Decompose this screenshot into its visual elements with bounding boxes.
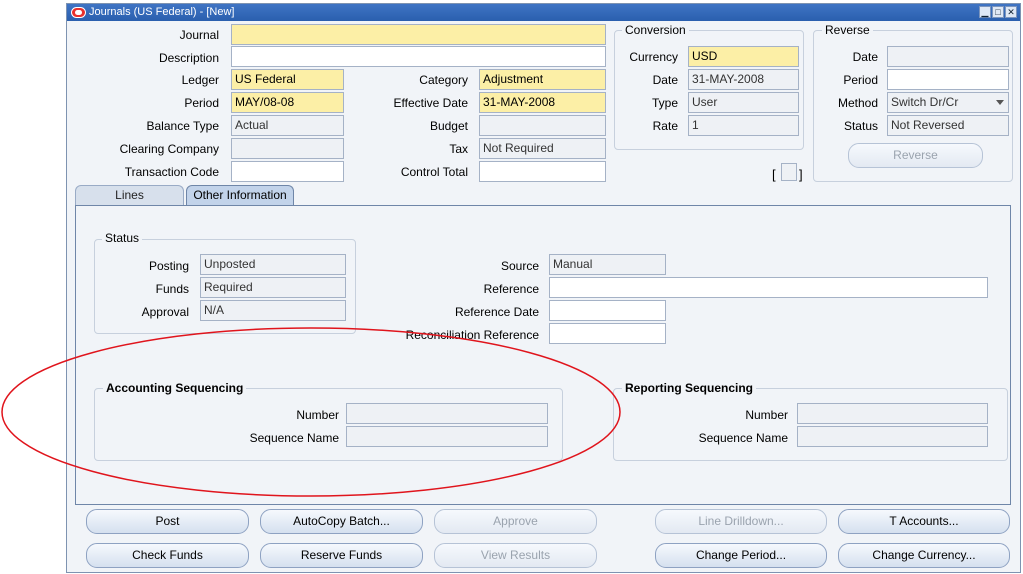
currency-field[interactable]: USD: [688, 46, 799, 67]
chevron-down-icon[interactable]: [996, 100, 1004, 105]
reporting-sequence-name-field[interactable]: [797, 426, 988, 447]
reverse-title: Reverse: [822, 23, 873, 37]
check-funds-button[interactable]: Check Funds: [86, 543, 249, 568]
tax-label: Tax: [449, 142, 468, 156]
clearing-company-field[interactable]: [231, 138, 344, 159]
change-currency-button[interactable]: Change Currency...: [838, 543, 1010, 568]
control-total-label: Control Total: [400, 165, 468, 179]
funds-field[interactable]: Required: [200, 277, 346, 298]
bracket-right: ]: [799, 167, 803, 182]
approval-field[interactable]: N/A: [200, 300, 346, 321]
t-accounts-button[interactable]: T Accounts...: [838, 509, 1010, 534]
accounting-sequencing-group: [94, 388, 563, 461]
conversion-type-field[interactable]: User: [688, 92, 799, 113]
transaction-code-label: Transaction Code: [124, 165, 219, 179]
balance-type-label: Balance Type: [146, 119, 220, 133]
reverse-status-field[interactable]: Not Reversed: [887, 115, 1009, 136]
posting-field[interactable]: Unposted: [200, 254, 346, 275]
reserve-funds-button[interactable]: Reserve Funds: [260, 543, 423, 568]
accounting-number-field[interactable]: [346, 403, 548, 424]
post-button[interactable]: Post: [86, 509, 249, 534]
funds-label: Funds: [155, 282, 189, 296]
reverse-period-field[interactable]: [887, 69, 1009, 90]
period-field[interactable]: MAY/08-08: [231, 92, 344, 113]
accounting-sequencing-title: Accounting Sequencing: [103, 381, 247, 395]
reconciliation-reference-field[interactable]: [549, 323, 666, 344]
balance-type-field[interactable]: Actual: [231, 115, 344, 136]
reverse-date-field[interactable]: [887, 46, 1009, 67]
transaction-code-field[interactable]: [231, 161, 344, 182]
title-bar[interactable]: Journals (US Federal) - [New] ▁ □ ✕: [67, 4, 1020, 21]
clearing-company-label: Clearing Company: [119, 142, 219, 156]
accounting-number-label: Number: [296, 408, 339, 422]
description-label: Description: [158, 51, 219, 65]
control-total-field[interactable]: [479, 161, 606, 182]
accounting-sequence-name-field[interactable]: [346, 426, 548, 447]
accounting-sequence-name-label: Sequence Name: [249, 431, 339, 445]
view-results-button[interactable]: View Results: [434, 543, 597, 568]
ledger-field[interactable]: US Federal: [231, 69, 344, 90]
reporting-sequencing-title: Reporting Sequencing: [622, 381, 757, 395]
rate-field[interactable]: 1: [688, 115, 799, 136]
reverse-method-label: Method: [837, 96, 878, 110]
reference-date-field[interactable]: [549, 300, 666, 321]
effective-date-field[interactable]: 31-MAY-2008: [479, 92, 606, 113]
category-label: Category: [419, 73, 468, 87]
description-field[interactable]: [231, 46, 606, 67]
window-title: Journals (US Federal) - [New]: [89, 6, 235, 18]
effective-date-label: Effective Date: [393, 96, 468, 110]
reporting-sequence-name-label: Sequence Name: [698, 431, 788, 445]
conversion-title: Conversion: [622, 23, 689, 37]
reconciliation-reference-label: Reconciliation Reference: [405, 328, 539, 342]
budget-field[interactable]: [479, 115, 606, 136]
minimize-icon[interactable]: ▁: [979, 6, 991, 18]
category-field[interactable]: Adjustment: [479, 69, 606, 90]
journals-window: Journals (US Federal) - [New] ▁ □ ✕ Jour…: [66, 3, 1021, 573]
reference-field[interactable]: [549, 277, 988, 298]
window-controls: ▁ □ ✕: [979, 6, 1017, 18]
approve-button[interactable]: Approve: [434, 509, 597, 534]
reverse-method-select[interactable]: Switch Dr/Cr: [887, 92, 1009, 113]
tab-lines[interactable]: Lines: [75, 185, 184, 205]
conversion-type-label: Type: [651, 96, 678, 110]
maximize-icon[interactable]: □: [992, 6, 1004, 18]
reverse-status-label: Status: [843, 119, 878, 133]
folder-indicator[interactable]: [781, 163, 797, 181]
period-label: Period: [184, 96, 219, 110]
reverse-date-label: Date: [852, 50, 878, 64]
posting-label: Posting: [148, 259, 189, 273]
reporting-number-label: Number: [745, 408, 788, 422]
journal-field[interactable]: [231, 24, 606, 45]
line-drilldown-button[interactable]: Line Drilldown...: [655, 509, 827, 534]
reverse-method-value: Switch Dr/Cr: [891, 95, 959, 109]
conversion-date-field[interactable]: 31-MAY-2008: [688, 69, 799, 90]
bracket-left: [: [772, 167, 776, 182]
reverse-button[interactable]: Reverse: [848, 143, 983, 168]
ledger-label: Ledger: [181, 73, 219, 87]
source-field[interactable]: Manual: [549, 254, 666, 275]
tax-field[interactable]: Not Required: [479, 138, 606, 159]
status-title: Status: [102, 231, 143, 245]
oracle-logo-icon: [71, 7, 86, 18]
reverse-period-label: Period: [843, 73, 878, 87]
reporting-sequencing-group: [613, 388, 1008, 461]
reference-label: Reference: [483, 282, 539, 296]
tab-other-information[interactable]: Other Information: [186, 185, 294, 205]
change-period-button[interactable]: Change Period...: [655, 543, 827, 568]
conversion-date-label: Date: [652, 73, 678, 87]
autocopy-batch-button[interactable]: AutoCopy Batch...: [260, 509, 423, 534]
other-information-panel: Status Posting Unposted Funds Required A…: [75, 205, 1011, 505]
source-label: Source: [500, 259, 539, 273]
currency-label: Currency: [629, 50, 678, 64]
close-icon[interactable]: ✕: [1005, 6, 1017, 18]
rate-label: Rate: [652, 119, 678, 133]
journal-label: Journal: [179, 28, 219, 42]
approval-label: Approval: [141, 305, 189, 319]
budget-label: Budget: [429, 119, 468, 133]
reporting-number-field[interactable]: [797, 403, 988, 424]
reference-date-label: Reference Date: [454, 305, 539, 319]
